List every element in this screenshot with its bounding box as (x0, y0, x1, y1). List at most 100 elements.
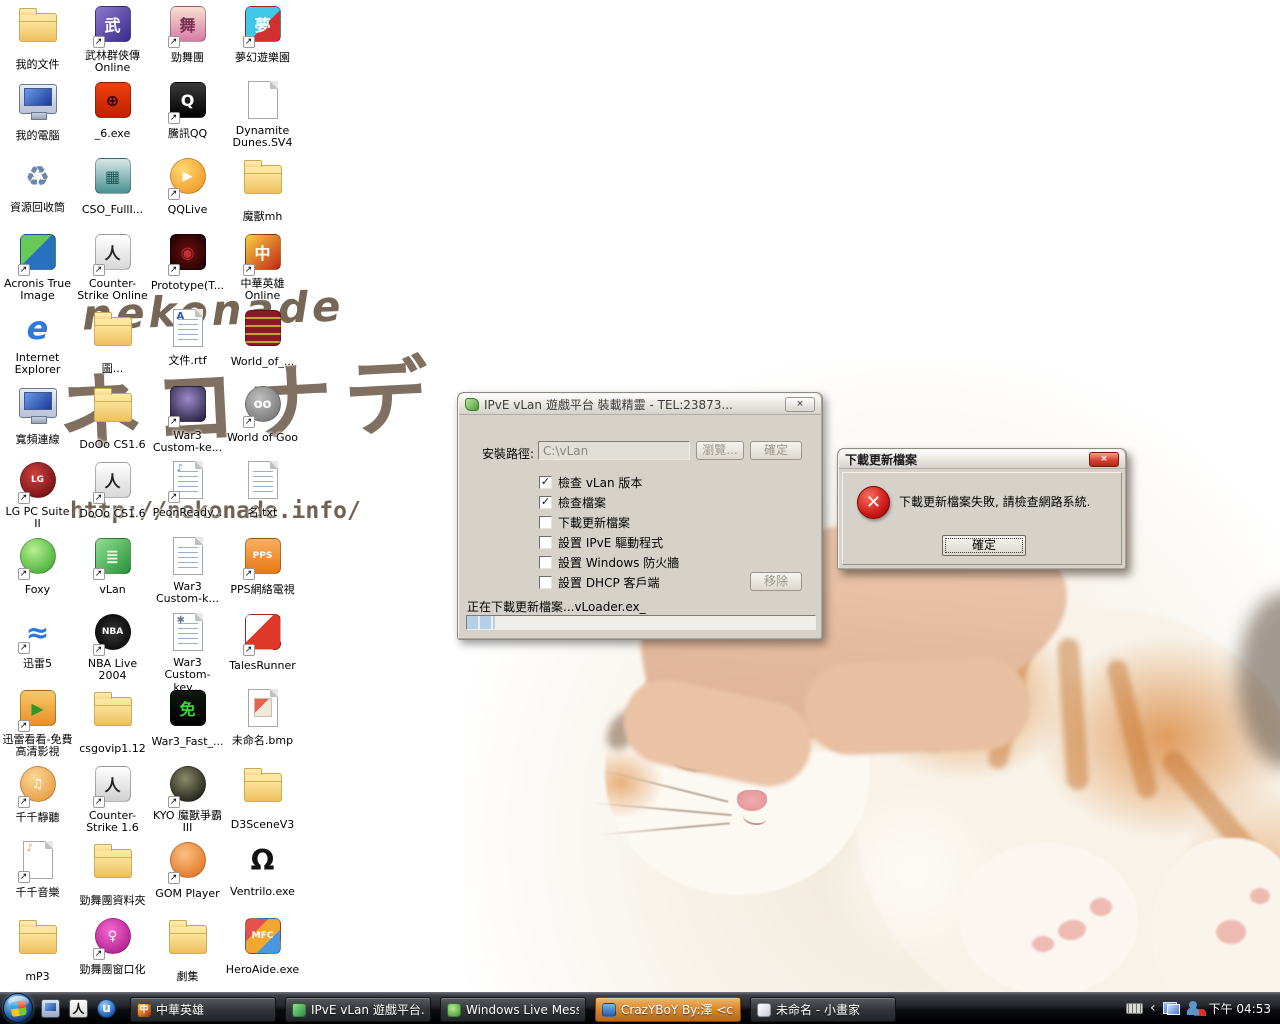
desktop-icon[interactable]: A 文件.rtf (150, 308, 225, 384)
desktop-icon[interactable]: ↗ GOM Player (150, 840, 225, 916)
desktop-icon[interactable]: ♫ ↗ 千千靜聽 (0, 764, 75, 840)
close-button[interactable]: × (1089, 451, 1119, 467)
start-button[interactable] (3, 993, 33, 1023)
desktop-icon[interactable]: PPS ↗ PPS網絡電視 (225, 536, 300, 612)
desktop-icon[interactable]: D3SceneV3 (225, 764, 300, 840)
task-button[interactable]: IPvE vLan 遊戲平台... (285, 997, 431, 1022)
checkbox-option[interactable]: 設置 DHCP 客戶端 (539, 572, 679, 592)
desktop-icon[interactable]: ▶ ↗ QQLive (150, 156, 225, 232)
titlebar[interactable]: 下載更新檔案 × (839, 450, 1125, 469)
icon-art (93, 844, 132, 878)
desktop-icon[interactable]: ♀ ↗ 勁舞團窗口化 (75, 916, 150, 992)
checkbox-option[interactable]: 設置 IPvE 驅動程式 (539, 532, 679, 552)
desktop-icon[interactable]: ▶ ↗ 迅雷看看-免費高清影視 (0, 688, 75, 764)
icon-glyph: NBA (101, 627, 124, 637)
task-button[interactable]: Windows Live Messe... (440, 997, 586, 1022)
desktop-icon[interactable]: DoOo CS1.6 (75, 384, 150, 460)
desktop-icon[interactable]: 武 ↗ 武林群俠傳 Online (75, 4, 150, 80)
desktop-icon-image (168, 537, 208, 577)
tray-collapse-chevron-icon[interactable]: ‹ (1150, 1001, 1156, 1015)
close-button[interactable]: × (785, 396, 815, 412)
desktop-icon[interactable]: ♪ ↗ PeonReady... (150, 460, 225, 536)
quick-launch-icon[interactable]: 人 (69, 998, 88, 1018)
icon-art (18, 388, 57, 424)
desktop-icon[interactable]: 免 War3_Fast_... (150, 688, 225, 764)
desktop-icon-label: _6.exe (94, 127, 131, 140)
desktop-icon[interactable]: NBA ↗ NBA Live 2004 (75, 612, 150, 688)
desktop-icon[interactable]: 勁舞團資料夾 (75, 840, 150, 916)
desktop-icon[interactable]: ♪ ↗ 千千音樂 (0, 840, 75, 916)
checkbox[interactable] (539, 515, 552, 529)
desktop-icon[interactable]: 夢 ↗ 夢幻遊樂園 (225, 4, 300, 80)
desktop-icon[interactable]: e Internet Explorer (0, 308, 75, 384)
checkbox-option[interactable]: ✓ 檢查 vLan 版本 (539, 472, 679, 492)
desktop-icon-image: ↗ (167, 386, 208, 428)
desktop-icon[interactable]: LG ↗ LG PC Suite II (0, 460, 75, 536)
desktop-icon[interactable]: ↗ Foxy (0, 536, 75, 612)
remove-button[interactable]: 移除 (750, 572, 802, 591)
desktop-icon[interactable]: 圖... (75, 308, 150, 384)
task-button[interactable]: CrazYBoY By:澤 <ch... (595, 997, 741, 1022)
desktop-icon[interactable]: 劇集 (150, 916, 225, 992)
desktop-icon[interactable]: ≣ ↗ vLan (75, 536, 150, 612)
desktop-icon[interactable]: 人 ↗ DoOo CS1.6 (75, 460, 150, 536)
install-path-input[interactable]: C:\vLan (538, 441, 690, 460)
checkbox[interactable]: ✓ (539, 495, 552, 509)
task-button[interactable]: 中 中華英雄 (130, 997, 276, 1022)
checkbox[interactable] (539, 555, 552, 569)
desktop-icon[interactable]: Dynamite Dunes.SV4 (225, 80, 300, 156)
desktop-icon-label: NBA Live 2004 (87, 657, 138, 683)
desktop-icon[interactable]: 寬頻連線 (0, 384, 75, 460)
desktop-icon[interactable]: 人 ↗ Counter-Strike 1.6 (75, 764, 150, 840)
messenger-tray-icon[interactable] (1186, 1001, 1202, 1015)
desktop-icon-image: ≣ ↗ (92, 538, 133, 580)
shortcut-arrow-icon: ↗ (17, 720, 30, 732)
input-method-icon[interactable] (1125, 1002, 1143, 1014)
desktop-icon[interactable]: ◉ ↗ Prototype(T... (150, 232, 225, 308)
desktop-icon[interactable]: War3 Custom-k... (150, 536, 225, 612)
desktop-icon[interactable]: Ω Ventrilo.exe (225, 840, 300, 916)
desktop-icon[interactable]: 未命名.bmp (225, 688, 300, 764)
desktop-icon[interactable]: ✱ War3 Custom-key... (150, 612, 225, 693)
desktop-icon[interactable]: ♻ 資源回收筒 (0, 156, 75, 232)
quick-launch-icon[interactable] (41, 998, 60, 1018)
shortcut-arrow-icon: ↗ (242, 568, 255, 580)
desktop-icon[interactable]: ↗ TalesRunner (225, 612, 300, 688)
desktop-icon[interactable]: 中 ↗ 中華英雄 Online (225, 232, 300, 308)
desktop-icon[interactable]: ↗ Acronis True Image (0, 232, 75, 308)
desktop-icon[interactable]: 我的文件 (0, 4, 75, 80)
checkbox[interactable]: ✓ (539, 475, 552, 489)
desktop-icon[interactable]: 舞 ↗ 勁舞團 (150, 4, 225, 80)
checkbox-option[interactable]: 設置 Windows 防火牆 (539, 552, 679, 572)
desktop-icon[interactable]: ⊕ _6.exe (75, 80, 150, 156)
titlebar[interactable]: IPvE vLan 遊戲平台 裝載精靈 - TEL:23873... × (459, 394, 821, 415)
desktop-icon[interactable]: 魔獸mh (225, 156, 300, 232)
desktop-icon[interactable]: ▦ CSO_FullI... (75, 156, 150, 232)
status-text: 正在下載更新檔案...vLoader.ex_ (467, 600, 646, 614)
ok-button[interactable]: 確定 (942, 535, 1026, 556)
desktop-icon[interactable]: ↗ KYO 魔獸爭霸III (150, 764, 225, 840)
desktop-icon[interactable]: ↗ War3 Custom-ke... (150, 384, 225, 460)
desktop-icon[interactable]: oo ↗ World of Goo (225, 384, 300, 460)
task-button[interactable]: 未命名 - 小畫家 (750, 997, 896, 1022)
checkbox[interactable] (539, 575, 552, 589)
checkbox-option[interactable]: 下載更新檔案 (539, 512, 679, 532)
icon-glyph: 免 (179, 700, 196, 719)
browse-button[interactable]: 瀏覽... (696, 441, 744, 460)
desktop-icon[interactable]: mP3 (0, 916, 75, 992)
desktop-icon[interactable]: csgovip1.12 (75, 688, 150, 764)
desktop-icon-image: ✱ (168, 613, 208, 653)
clock[interactable]: 下午 04:53 (1209, 1000, 1271, 1017)
desktop-icon[interactable]: World_of_... (225, 308, 300, 384)
desktop-icon[interactable]: 我的電腦 (0, 80, 75, 156)
desktop-icon[interactable]: 名.txt (225, 460, 300, 536)
network-tray-icon[interactable] (1162, 1001, 1180, 1015)
quick-launch-icon[interactable]: u (97, 998, 116, 1018)
desktop-icon[interactable]: MFC HeroAide.exe (225, 916, 300, 992)
desktop-icon[interactable]: Q ↗ 騰訊QQ (150, 80, 225, 156)
checkbox[interactable] (539, 535, 552, 549)
desktop-icon[interactable]: 人 ↗ Counter-Strike Online (75, 232, 150, 308)
checkbox-option[interactable]: ✓ 檢查檔案 (539, 492, 679, 512)
confirm-button[interactable]: 確定 (750, 441, 802, 460)
desktop-icon[interactable]: ≈ ↗ 迅雷5 (0, 612, 75, 688)
